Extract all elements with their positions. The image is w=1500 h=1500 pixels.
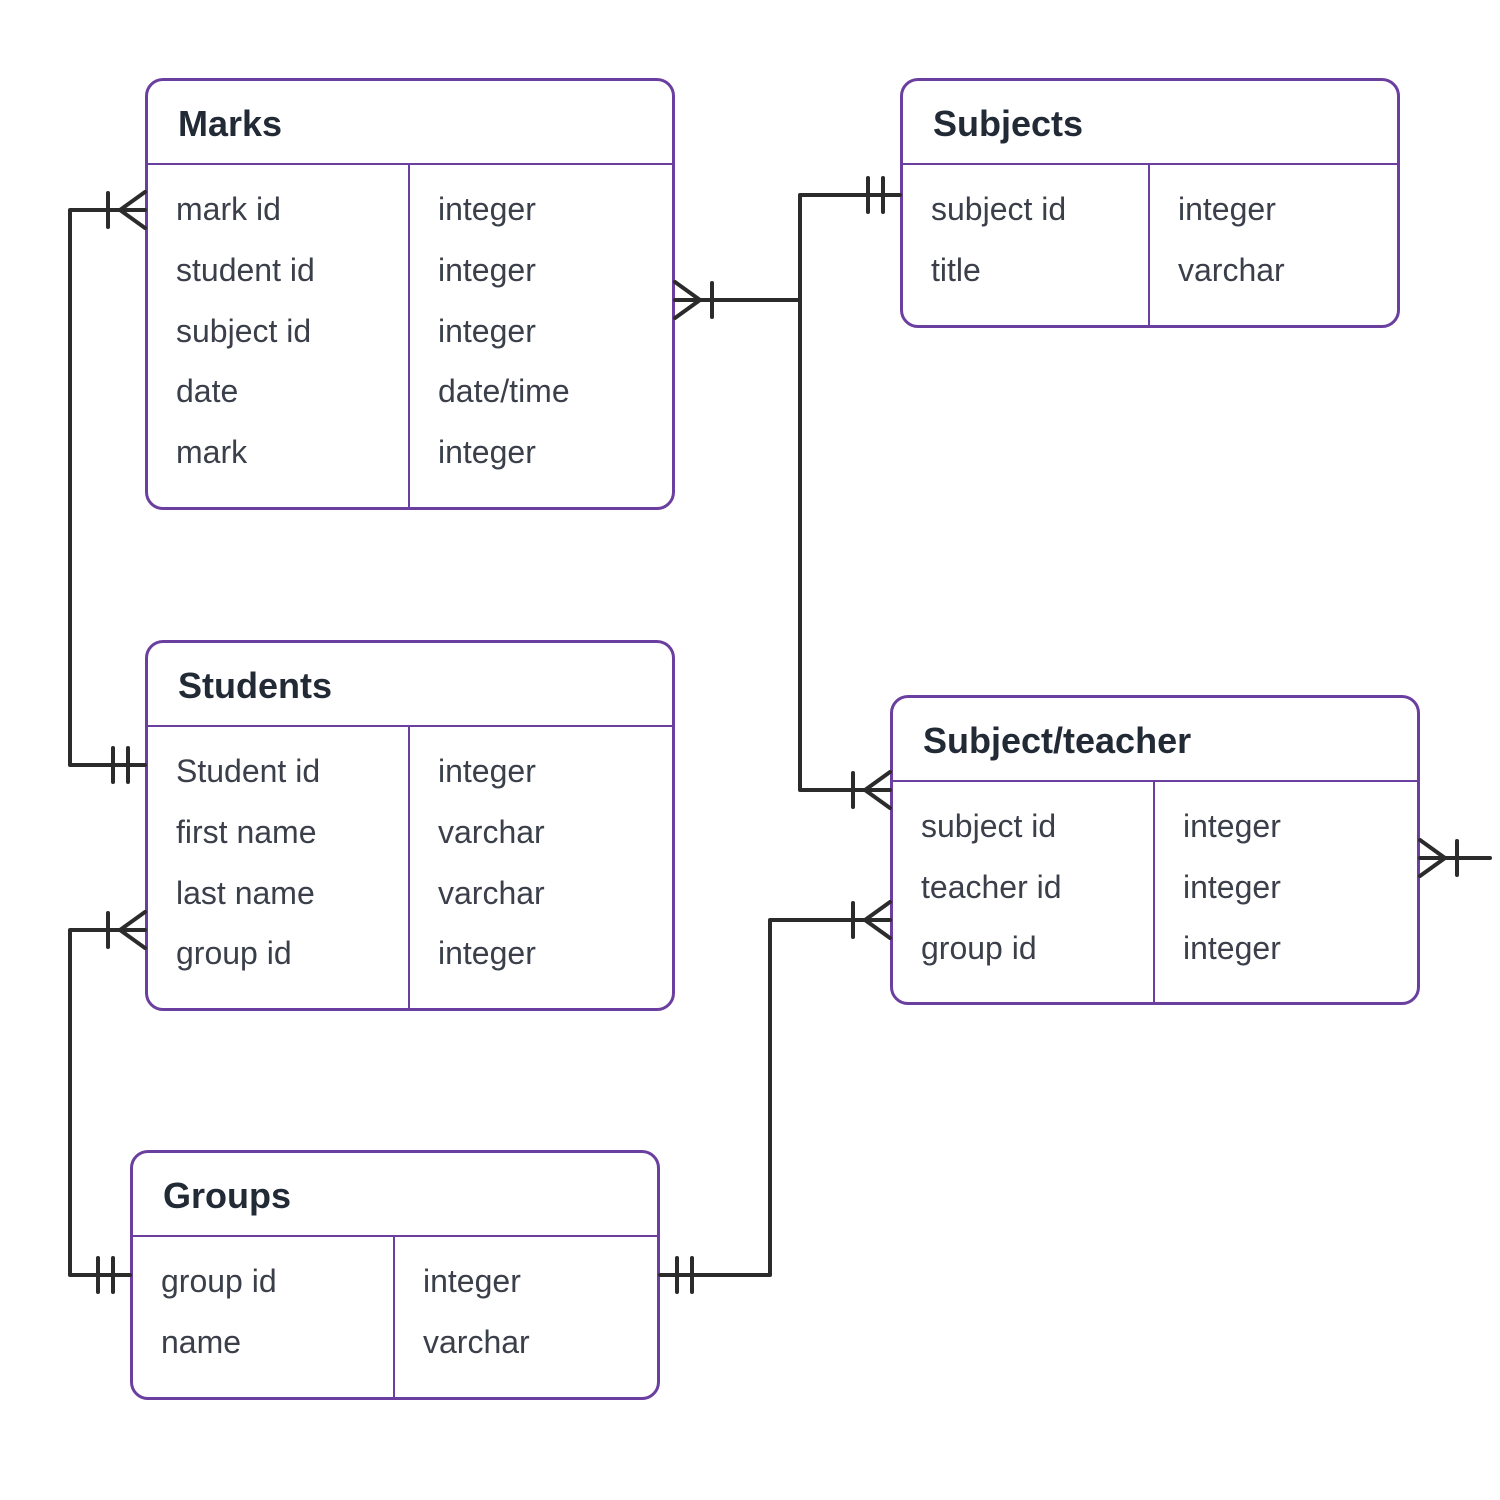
entity-fields-types: integer varchar [395, 1237, 657, 1397]
rel-subjects-subjectteacher [800, 300, 890, 790]
entity-students: Students Student id first name last name… [145, 640, 675, 1011]
entity-fields-types: integer integer integer [1155, 782, 1417, 1002]
field-name: teacher id [921, 857, 1129, 918]
field-name: mark [176, 422, 384, 483]
entity-title: Subject/teacher [893, 698, 1417, 782]
field-name: last name [176, 863, 384, 924]
field-type: varchar [438, 863, 648, 924]
field-name: mark id [176, 179, 384, 240]
field-name: subject id [931, 179, 1124, 240]
entity-title: Subjects [903, 81, 1397, 165]
entity-subject-teacher: Subject/teacher subject id teacher id gr… [890, 695, 1420, 1005]
entity-fields-names: Student id first name last name group id [148, 727, 410, 1008]
field-type: date/time [438, 361, 648, 422]
field-type: integer [438, 179, 648, 240]
entity-fields-names: subject id title [903, 165, 1150, 325]
entity-fields-types: integer integer integer date/time intege… [410, 165, 672, 507]
entity-marks: Marks mark id student id subject id date… [145, 78, 675, 510]
entity-fields-types: integer varchar [1150, 165, 1397, 325]
field-type: integer [438, 240, 648, 301]
field-name: name [161, 1312, 369, 1373]
field-type: integer [438, 422, 648, 483]
field-type: varchar [438, 802, 648, 863]
entity-subjects: Subjects subject id title integer varcha… [900, 78, 1400, 328]
field-type: varchar [1178, 240, 1373, 301]
field-name: group id [161, 1251, 369, 1312]
field-type: integer [438, 923, 648, 984]
field-type: integer [438, 741, 648, 802]
field-name: group id [921, 918, 1129, 979]
entity-fields-names: mark id student id subject id date mark [148, 165, 410, 507]
field-type: integer [1183, 796, 1393, 857]
entity-fields-names: subject id teacher id group id [893, 782, 1155, 1002]
field-type: integer [1178, 179, 1373, 240]
rel-groups-subjectteacher [660, 920, 890, 1275]
field-name: first name [176, 802, 384, 863]
field-name: student id [176, 240, 384, 301]
rel-students-marks [70, 210, 145, 765]
field-type: varchar [423, 1312, 633, 1373]
field-name: subject id [176, 301, 384, 362]
entity-groups: Groups group id name integer varchar [130, 1150, 660, 1400]
field-type: integer [438, 301, 648, 362]
entity-fields-names: group id name [133, 1237, 395, 1397]
field-type: integer [1183, 857, 1393, 918]
entity-title: Students [148, 643, 672, 727]
field-name: Student id [176, 741, 384, 802]
field-name: group id [176, 923, 384, 984]
rel-subjects-marks [675, 195, 900, 300]
entity-title: Groups [133, 1153, 657, 1237]
field-type: integer [423, 1251, 633, 1312]
field-name: date [176, 361, 384, 422]
entity-fields-types: integer varchar varchar integer [410, 727, 672, 1008]
erd-canvas: Marks mark id student id subject id date… [0, 0, 1500, 1500]
entity-title: Marks [148, 81, 672, 165]
field-type: integer [1183, 918, 1393, 979]
field-name: title [931, 240, 1124, 301]
field-name: subject id [921, 796, 1129, 857]
